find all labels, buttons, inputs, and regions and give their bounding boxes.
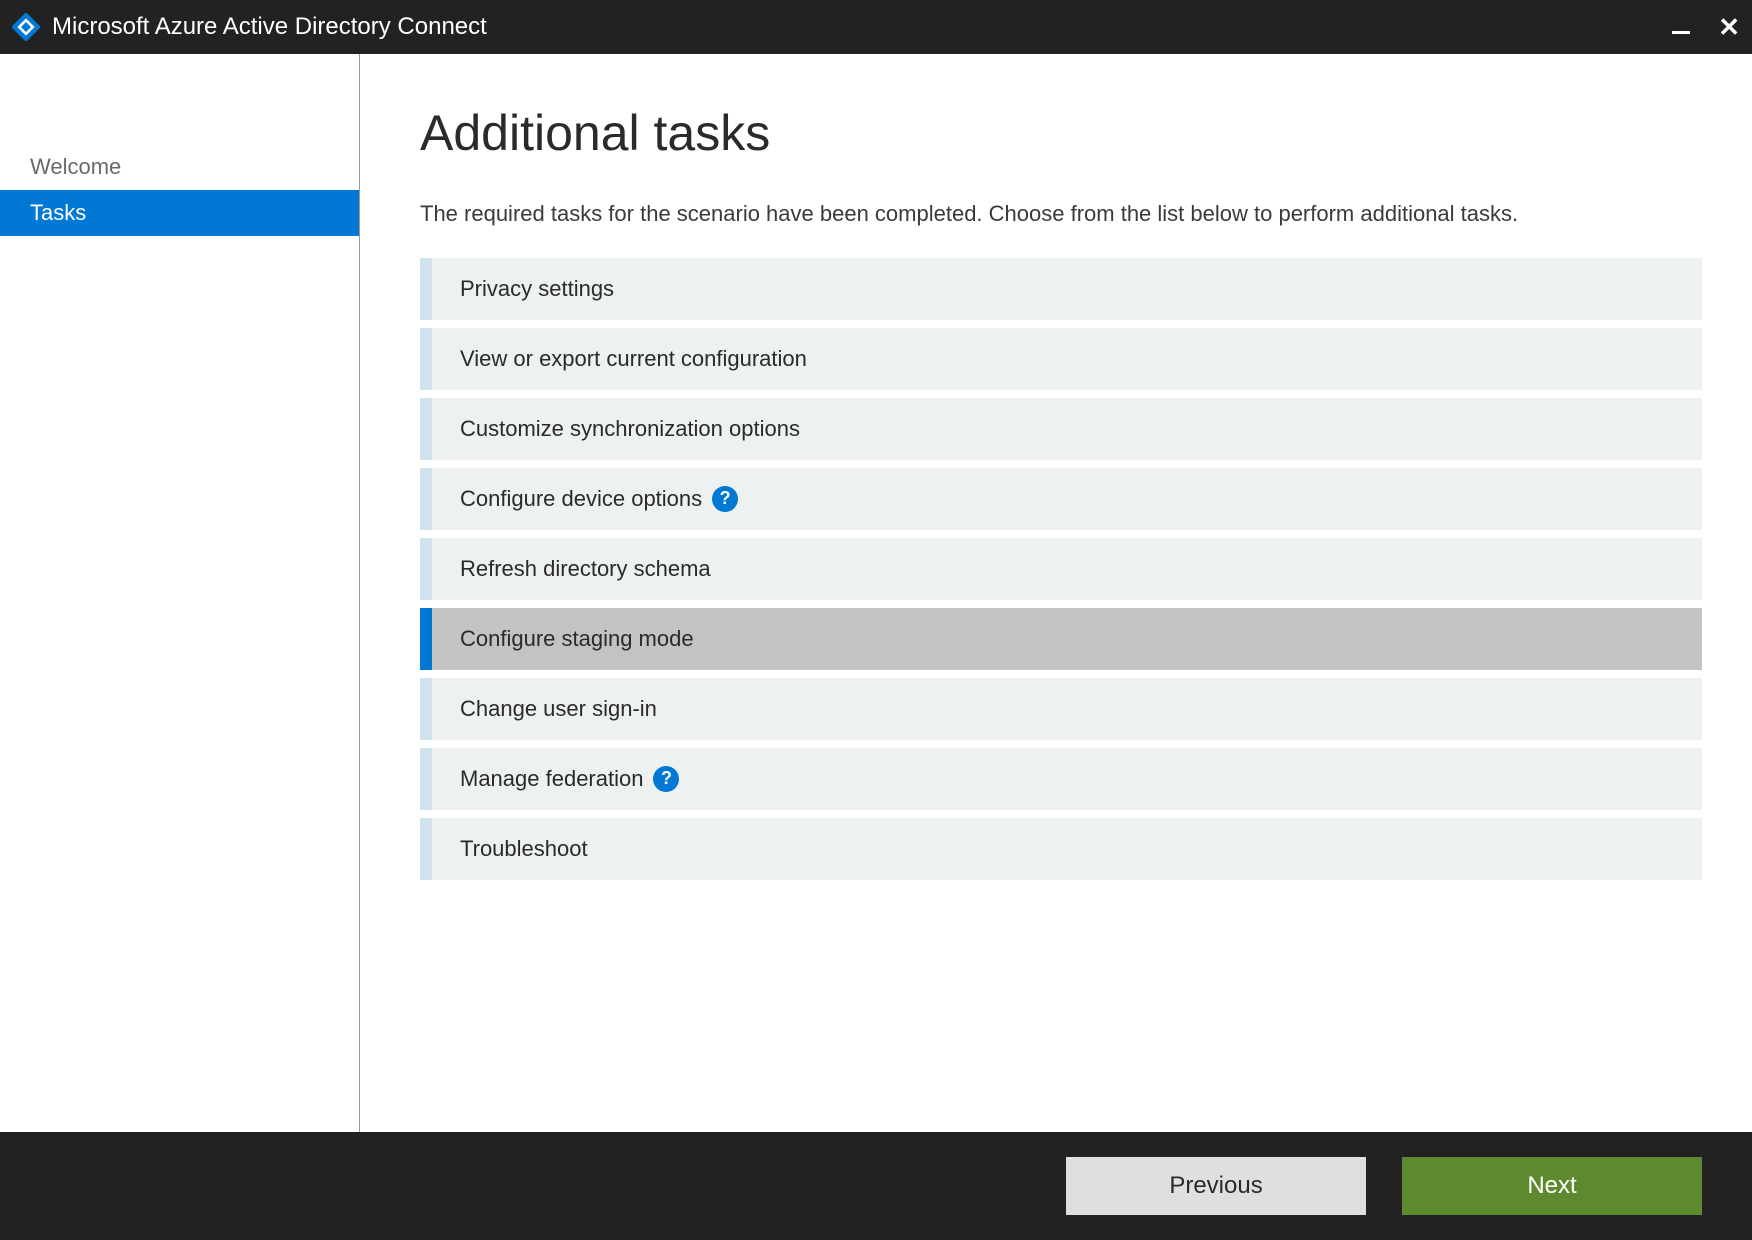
task-accent [420,398,432,460]
page-description: The required tasks for the scenario have… [420,198,1702,230]
task-label: Configure staging mode [460,626,694,652]
task-accent [420,468,432,530]
task-accent [420,748,432,810]
task-accent [420,818,432,880]
sidebar: Welcome Tasks [0,54,360,1132]
task-label: Configure device options [460,486,702,512]
minimize-icon[interactable] [1672,31,1690,34]
help-icon[interactable]: ? [653,766,679,792]
task-accent [420,538,432,600]
window-title: Microsoft Azure Active Directory Connect [52,13,1672,41]
task-configure-device-options[interactable]: Configure device options ? [420,468,1702,530]
titlebar: Microsoft Azure Active Directory Connect… [0,0,1752,54]
sidebar-item-tasks[interactable]: Tasks [0,190,359,236]
task-label: Change user sign-in [460,696,657,722]
task-list: Privacy settings View or export current … [420,258,1702,880]
task-label: Customize synchronization options [460,416,800,442]
task-label: View or export current configuration [460,346,807,372]
help-icon[interactable]: ? [712,486,738,512]
close-icon[interactable]: ✕ [1718,14,1740,40]
task-label: Privacy settings [460,276,614,302]
task-label: Refresh directory schema [460,556,711,582]
task-accent [420,608,432,670]
sidebar-item-welcome[interactable]: Welcome [0,144,359,190]
task-refresh-schema[interactable]: Refresh directory schema [420,538,1702,600]
task-accent [420,678,432,740]
task-accent [420,258,432,320]
task-accent [420,328,432,390]
sidebar-item-label: Tasks [30,200,86,226]
task-change-user-signin[interactable]: Change user sign-in [420,678,1702,740]
sidebar-item-label: Welcome [30,154,121,180]
page-title: Additional tasks [420,104,1702,162]
next-button[interactable]: Next [1402,1157,1702,1215]
footer: Previous Next [0,1132,1752,1240]
task-manage-federation[interactable]: Manage federation ? [420,748,1702,810]
task-customize-sync[interactable]: Customize synchronization options [420,398,1702,460]
task-troubleshoot[interactable]: Troubleshoot [420,818,1702,880]
task-privacy-settings[interactable]: Privacy settings [420,258,1702,320]
task-view-export-config[interactable]: View or export current configuration [420,328,1702,390]
task-label: Manage federation [460,766,643,792]
task-label: Troubleshoot [460,836,588,862]
main-panel: Additional tasks The required tasks for … [360,54,1752,1132]
task-configure-staging-mode[interactable]: Configure staging mode [420,608,1702,670]
previous-button[interactable]: Previous [1066,1157,1366,1215]
content-body: Welcome Tasks Additional tasks The requi… [0,54,1752,1132]
window-controls: ✕ [1672,14,1740,40]
azure-logo-icon [12,13,40,41]
